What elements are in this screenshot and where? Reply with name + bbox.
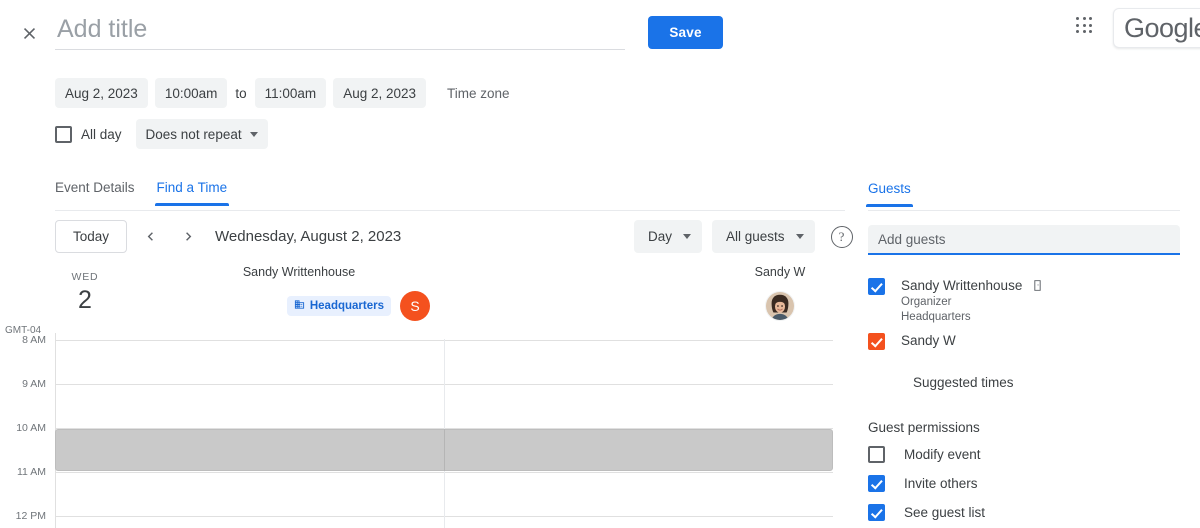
permission-label: Invite others xyxy=(904,476,978,491)
tab-event-details[interactable]: Event Details xyxy=(55,180,135,206)
editor-tabs: Event Details Find a Time xyxy=(55,180,227,206)
start-time-chip[interactable]: 10:00am xyxy=(155,78,228,108)
guest-texts: Sandy W xyxy=(901,333,956,348)
add-guests-wrap xyxy=(868,225,1180,255)
permission-label: Modify event xyxy=(904,447,981,462)
guests-filter-value: All guests xyxy=(726,229,785,244)
attendee-header-1: Sandy Writtenhouse Headquarters S xyxy=(168,265,430,321)
time-label: 11 AM xyxy=(0,466,46,478)
datetime-row: Aug 2, 2023 10:00am to 11:00am Aug 2, 20… xyxy=(55,78,510,108)
google-logo-box[interactable]: Google xyxy=(1113,8,1200,48)
close-icon[interactable] xyxy=(17,21,41,45)
modify-event-checkbox[interactable] xyxy=(868,446,885,463)
to-separator-label: to xyxy=(234,86,247,101)
day-of-week-label: WED xyxy=(55,271,115,283)
day-column-header: WED 2 xyxy=(55,265,115,313)
time-label: 8 AM xyxy=(0,334,46,346)
time-label: 10 AM xyxy=(0,422,46,434)
attendee-subrow xyxy=(700,291,860,321)
help-circle-icon[interactable]: ? xyxy=(831,226,853,248)
event-title-input[interactable] xyxy=(55,14,625,50)
list-item[interactable]: Sandy Writtenhouse Organizer Headquarter… xyxy=(868,278,1180,323)
save-button[interactable]: Save xyxy=(648,16,723,49)
guests-tab-wrap: Guests xyxy=(868,180,1178,207)
grid-body[interactable] xyxy=(55,339,833,528)
permission-row-modify-event[interactable]: Modify event xyxy=(868,446,1180,463)
permission-row-invite-others[interactable]: Invite others xyxy=(868,475,1180,492)
calendar-toolbar: Today Wednesday, August 2, 2023 xyxy=(55,220,401,253)
chevron-down-icon xyxy=(796,234,804,239)
start-date-chip[interactable]: Aug 2, 2023 xyxy=(55,78,148,108)
chevron-down-icon xyxy=(250,132,258,137)
current-date-label: Wednesday, August 2, 2023 xyxy=(215,228,401,245)
apps-grid-icon[interactable] xyxy=(1073,14,1097,38)
see-guest-list-checkbox[interactable] xyxy=(868,504,885,521)
list-item[interactable]: Sandy W xyxy=(868,333,1180,350)
guest-name-row: Sandy Writtenhouse xyxy=(901,278,1044,293)
top-bar: Save Google xyxy=(0,0,1200,64)
view-mode-dropdown[interactable]: Day xyxy=(634,220,702,253)
attendee-subrow: Headquarters S xyxy=(168,291,430,321)
end-time-chip[interactable]: 11:00am xyxy=(255,78,327,108)
door-icon xyxy=(1031,279,1044,292)
avatar xyxy=(765,291,795,321)
view-mode-value: Day xyxy=(648,229,672,244)
google-logo-text: Google xyxy=(1124,13,1200,44)
guest-name: Sandy W xyxy=(901,333,956,348)
guests-filter-dropdown[interactable]: All guests xyxy=(712,220,815,253)
permission-row-see-guest-list[interactable]: See guest list xyxy=(868,504,1180,521)
building-icon xyxy=(294,299,305,313)
guest-permissions-list: Modify event Invite others See guest lis… xyxy=(868,446,1180,528)
chevron-left-icon[interactable] xyxy=(135,222,165,252)
tab-guests[interactable]: Guests xyxy=(868,181,911,207)
location-chip[interactable]: Headquarters xyxy=(287,296,391,316)
guest-checkbox[interactable] xyxy=(868,278,885,295)
recurrence-value: Does not repeat xyxy=(146,127,242,142)
permission-label: See guest list xyxy=(904,505,985,520)
recurrence-dropdown[interactable]: Does not repeat xyxy=(136,119,268,149)
attendee-header-2: Sandy W xyxy=(700,265,860,321)
guest-permissions-title: Guest permissions xyxy=(868,420,980,435)
busy-block-divider xyxy=(444,429,445,471)
suggested-times-link[interactable]: Suggested times xyxy=(913,375,1014,390)
chevron-right-icon[interactable] xyxy=(173,222,203,252)
add-guests-input[interactable] xyxy=(868,225,1180,255)
guest-list: Sandy Writtenhouse Organizer Headquarter… xyxy=(868,278,1180,360)
guest-texts: Sandy Writtenhouse Organizer Headquarter… xyxy=(901,278,1044,323)
all-day-label: All day xyxy=(81,127,122,142)
end-date-chip[interactable]: Aug 2, 2023 xyxy=(333,78,426,108)
guests-tab-divider xyxy=(868,210,1180,211)
day-number-label: 2 xyxy=(55,288,115,313)
tab-find-a-time[interactable]: Find a Time xyxy=(157,180,228,206)
attendee-name: Sandy Writtenhouse xyxy=(168,265,430,279)
guest-location: Headquarters xyxy=(901,311,1044,323)
attendee-name: Sandy W xyxy=(700,265,860,279)
timezone-link[interactable]: Time zone xyxy=(447,86,510,101)
guest-role: Organizer xyxy=(901,296,1044,308)
time-label: 12 PM xyxy=(0,510,46,522)
guest-checkbox[interactable] xyxy=(868,333,885,350)
chevron-down-icon xyxy=(683,234,691,239)
guest-name-row: Sandy W xyxy=(901,333,956,348)
avatar: S xyxy=(400,291,430,321)
event-editor-page: Save Google Aug 2, 2023 10:00am to 11:00… xyxy=(0,0,1200,528)
calendar-toolbar-right: Day All guests ? xyxy=(634,220,853,253)
find-a-time-grid: GMT-04 WED 2 Sandy Writtenhouse Headquar… xyxy=(0,265,860,528)
location-chip-label: Headquarters xyxy=(310,300,384,312)
all-day-row: All day Does not repeat xyxy=(55,119,268,149)
invite-others-checkbox[interactable] xyxy=(868,475,885,492)
guest-name: Sandy Writtenhouse xyxy=(901,278,1022,293)
time-label: 9 AM xyxy=(0,378,46,390)
tabs-divider xyxy=(55,210,845,211)
all-day-checkbox[interactable] xyxy=(55,126,72,143)
today-button[interactable]: Today xyxy=(55,220,127,253)
